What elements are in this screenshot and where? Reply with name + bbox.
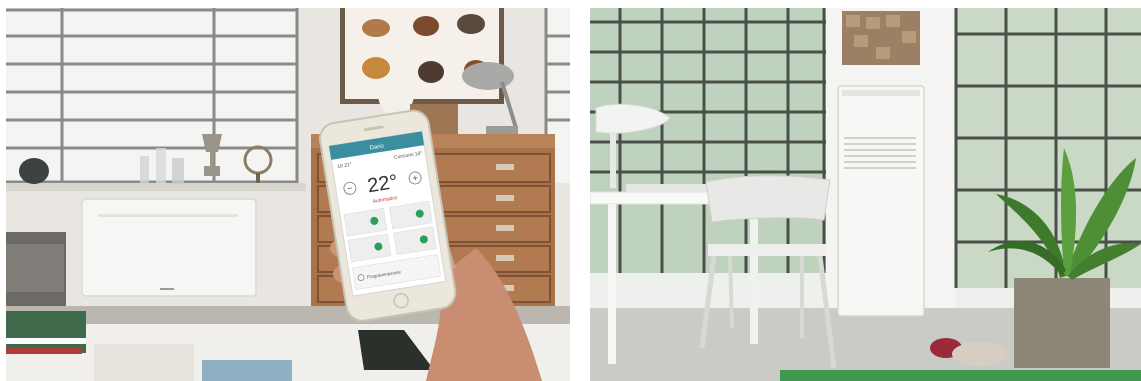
book-stack <box>6 311 86 353</box>
wood-block-art <box>842 11 920 65</box>
floor-standing-unit <box>837 85 925 317</box>
rooster-picture <box>340 8 504 104</box>
right-photo <box>590 8 1141 381</box>
wall-air-conditioner <box>81 198 257 297</box>
bright-room-scene <box>590 8 1141 381</box>
vase <box>19 158 49 184</box>
window-left <box>6 8 299 184</box>
room-with-phone-scene: Dario 18 21° Consumi 18° − 22° + Automat… <box>6 8 570 381</box>
left-photo: Dario 18 21° Consumi 18° − 22° + Automat… <box>6 8 570 381</box>
magazine <box>94 344 194 381</box>
app-temperature: 22° <box>366 171 399 197</box>
window-right-scene <box>590 8 826 273</box>
